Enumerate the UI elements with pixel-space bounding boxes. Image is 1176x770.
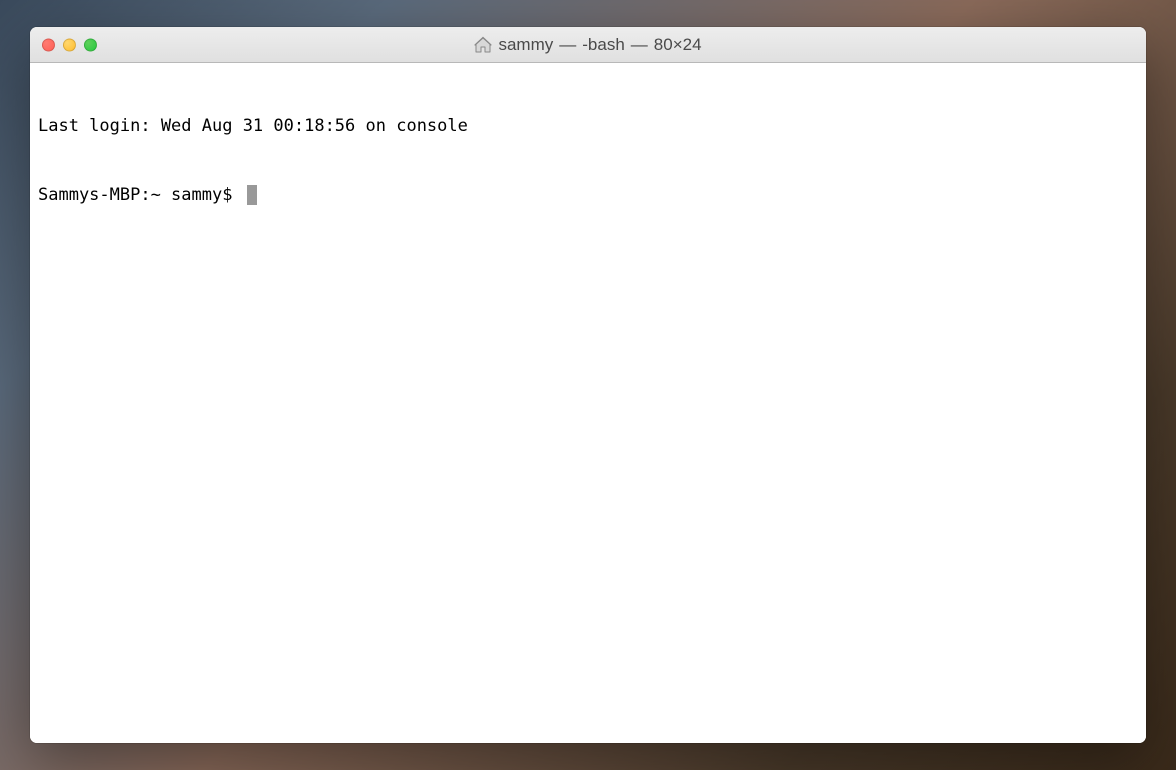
minimize-button[interactable] (63, 38, 76, 51)
traffic-lights (42, 38, 97, 51)
last-login-line: Last login: Wed Aug 31 00:18:56 on conso… (38, 115, 1138, 138)
cursor (247, 185, 257, 205)
prompt-line: Sammys-MBP:~ sammy$ (38, 184, 1138, 207)
title-shell: -bash (582, 35, 625, 55)
window-title: sammy — -bash — 80×24 (30, 35, 1146, 55)
prompt-text: Sammys-MBP:~ sammy$ (38, 184, 243, 207)
title-folder: sammy (498, 35, 553, 55)
title-separator-2: — (631, 35, 648, 55)
close-button[interactable] (42, 38, 55, 51)
terminal-content[interactable]: Last login: Wed Aug 31 00:18:56 on conso… (30, 63, 1146, 743)
title-dimensions: 80×24 (654, 35, 702, 55)
home-icon (474, 36, 492, 54)
zoom-button[interactable] (84, 38, 97, 51)
window-titlebar[interactable]: sammy — -bash — 80×24 (30, 27, 1146, 63)
title-separator-1: — (559, 35, 576, 55)
terminal-window: sammy — -bash — 80×24 Last login: Wed Au… (30, 27, 1146, 743)
